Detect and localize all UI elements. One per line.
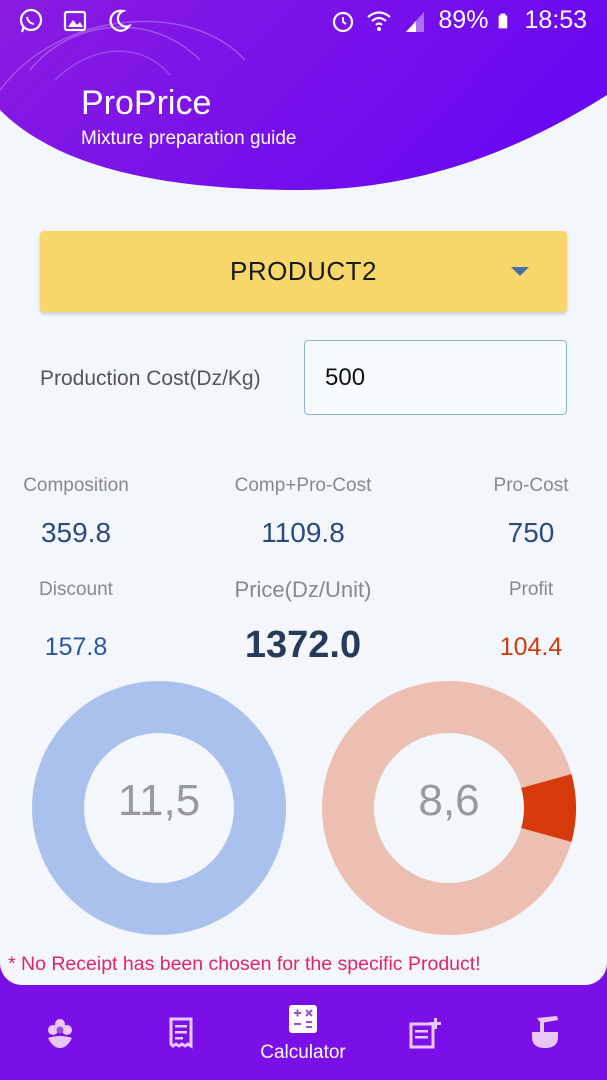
- dropdown-arrow-icon: [511, 267, 529, 276]
- production-cost-label: Production Cost(Dz/Kg): [40, 367, 261, 390]
- production-cost-input[interactable]: [304, 340, 567, 415]
- nav-label-calculator: Calculator: [260, 1041, 346, 1063]
- signal-icon: [406, 11, 425, 32]
- nav-item-add-note[interactable]: [385, 985, 465, 1080]
- no-receipt-warning: * No Receipt has been chosen for the spe…: [8, 953, 481, 975]
- app-title: ProPrice: [81, 84, 212, 122]
- battery-percent: 89%: [438, 6, 489, 34]
- product-dropdown[interactable]: PRODUCT2: [40, 231, 567, 312]
- profit-value: 104.4: [499, 633, 563, 661]
- nav-item-calculator[interactable]: Calculator: [243, 985, 363, 1080]
- main-card: 89% 18:53 ProPrice Mixture preparation g…: [0, 0, 607, 985]
- status-bar: 89% 18:53: [0, 0, 607, 42]
- moon-icon: [109, 9, 132, 32]
- nav-item-mortar[interactable]: [505, 985, 585, 1080]
- pro-cost-label: Pro-Cost: [493, 475, 569, 496]
- composition-label: Composition: [23, 475, 129, 496]
- nav-item-flower[interactable]: [20, 985, 100, 1080]
- composition-value: 359.8: [40, 517, 112, 548]
- note-add-icon: [409, 1017, 441, 1048]
- profit-label: Profit: [508, 579, 554, 600]
- discount-value: 157.8: [44, 633, 108, 661]
- battery-icon: [499, 13, 508, 28]
- comp-pro-cost-value: 1109.8: [261, 517, 345, 548]
- price-label: Price(Dz/Unit): [234, 577, 372, 602]
- mortar-icon: [532, 1015, 558, 1048]
- whatsapp-icon: [19, 8, 43, 33]
- pro-cost-value: 750: [507, 517, 555, 548]
- alarm-icon: [333, 11, 354, 32]
- right-donut-profit-segment: [521, 774, 576, 842]
- price-value: 1372.0: [244, 624, 362, 666]
- nav-item-receipt[interactable]: [141, 985, 221, 1080]
- receipt-icon: [169, 1017, 193, 1049]
- bottom-navigation: Calculator: [0, 985, 607, 1080]
- discount-label: Discount: [39, 579, 113, 600]
- clock: 18:53: [524, 6, 587, 34]
- calculator-icon: [289, 1004, 317, 1033]
- app-subtitle: Mixture preparation guide: [81, 128, 297, 149]
- wifi-icon: [367, 10, 392, 31]
- flower-icon: [48, 1018, 72, 1048]
- gallery-icon: [63, 10, 87, 32]
- product-dropdown-value: PRODUCT2: [229, 256, 377, 286]
- right-donut-value: 8,6: [418, 776, 480, 825]
- comp-pro-cost-label: Comp+Pro-Cost: [234, 475, 372, 496]
- left-donut-value: 11,5: [117, 776, 201, 825]
